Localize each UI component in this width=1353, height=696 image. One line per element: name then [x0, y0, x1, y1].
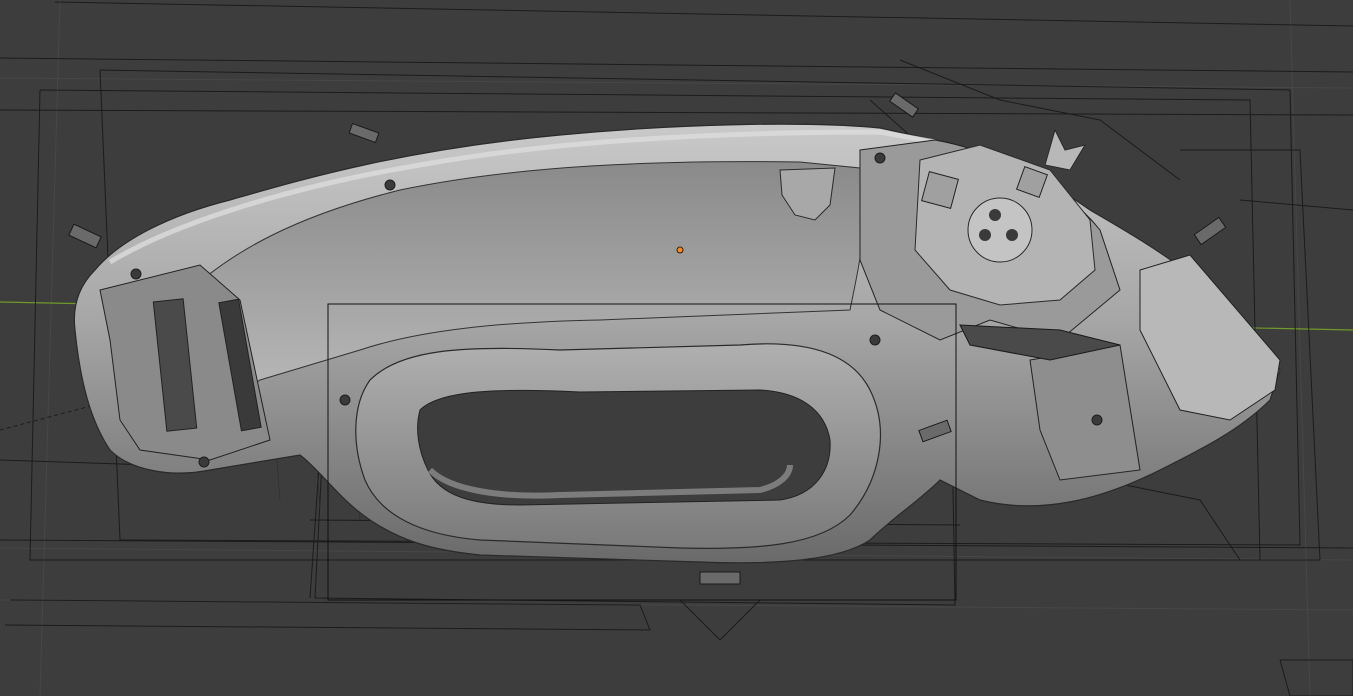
pivot-hub[interactable]	[967, 197, 1033, 263]
viewport-canvas[interactable]	[0, 0, 1353, 696]
pin	[68, 223, 102, 249]
screw-hole	[1091, 414, 1103, 426]
pivot-hole-1	[989, 209, 1001, 221]
screw-hole	[869, 334, 881, 346]
pivot-hole-2	[979, 229, 991, 241]
pin	[1193, 216, 1227, 246]
pin	[699, 571, 741, 585]
screw-hole	[339, 394, 351, 406]
pivot-hole-3	[1006, 229, 1018, 241]
screw-hole	[130, 268, 142, 280]
latch-spike	[1044, 128, 1087, 171]
screw-hole	[384, 179, 396, 191]
pin	[348, 122, 380, 144]
screw-hole	[874, 152, 886, 164]
screw-hole	[198, 456, 210, 468]
3d-viewport[interactable]	[0, 0, 1353, 696]
object-origin-marker[interactable]	[676, 246, 684, 254]
